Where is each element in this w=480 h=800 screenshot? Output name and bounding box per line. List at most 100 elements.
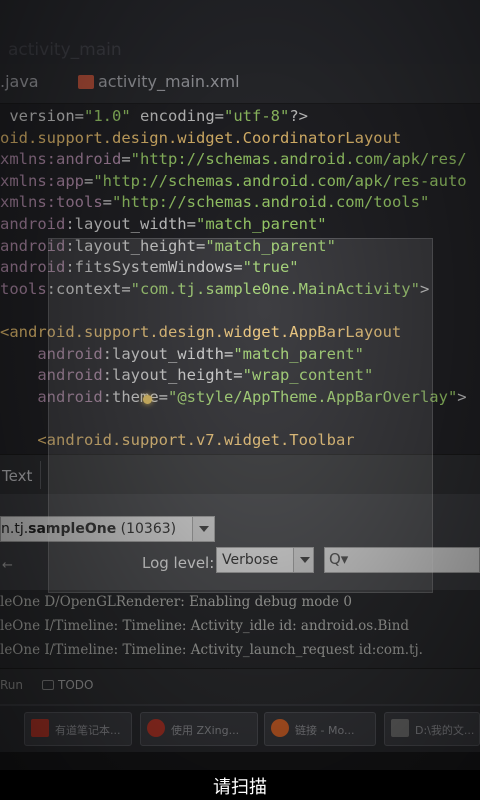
log-line: leOne D/OpenGLRenderer: Enabling debug m…	[0, 594, 352, 610]
window-title-strip: activity_main	[0, 0, 480, 64]
code-token: "match_parent"	[233, 344, 364, 363]
code-token: <android.support.design.widget.AppBarLay…	[0, 323, 402, 341]
code-token: xmlns:	[0, 171, 56, 190]
code-token: android	[0, 215, 66, 233]
code-token: :fitsSystemWindows=	[65, 258, 243, 277]
code-token: android	[0, 366, 103, 385]
log-search-field: Q▾	[324, 547, 480, 573]
taskbar-item-firefox: 链接 - Mo...	[264, 712, 376, 746]
code-editor: version="1.0" encoding="utf-8"?> oid.supp…	[0, 104, 480, 454]
code-token: android	[0, 236, 66, 255]
notes-app-icon	[31, 719, 49, 737]
folder-icon	[391, 719, 409, 737]
code-token: oid.support.design.widget.CoordinatorLay…	[0, 128, 402, 147]
code-token: =	[121, 150, 131, 169]
code-token: app	[56, 171, 84, 190]
bottom-tool-strip: Run TODO	[0, 668, 480, 704]
todo-label: TODO	[58, 678, 94, 692]
code-token: :layout_width=	[102, 344, 234, 363]
code-token: <android.support.v7.widget.Toolbar	[0, 431, 355, 449]
editor-tab-bar: .java activity_main.xml	[0, 64, 480, 104]
code-token: "wrap_content"	[242, 366, 374, 385]
browser-app-icon	[147, 719, 165, 737]
search-icon: Q▾	[329, 550, 349, 568]
code-line: oid.support.design.widget.CoordinatorLay…	[0, 128, 401, 148]
tab-xml-label: activity_main.xml	[98, 72, 240, 91]
code-token: version=	[0, 107, 84, 125]
code-line: android:layout_height="match_parent"	[0, 236, 336, 256]
lightbulb-icon	[143, 395, 152, 404]
code-token: tools	[0, 279, 47, 298]
run-tool-label: Run	[0, 678, 24, 692]
tab-separator	[40, 461, 41, 489]
code-line: xmlns:android="http://schemas.android.co…	[0, 149, 467, 169]
taskbar-item-zxing: 使用 ZXing...	[140, 712, 258, 746]
code-line: xmlns:app="http://schemas.android.com/ap…	[0, 171, 467, 191]
code-token: >	[419, 279, 430, 298]
code-line: android:layout_width="match_parent"	[0, 214, 327, 234]
process-select: n.tj.sampleOne (10363)	[0, 516, 215, 542]
editor-mode-tabs: Text	[0, 454, 480, 494]
code-line: version="1.0" encoding="utf-8"?>	[0, 106, 308, 126]
log-line: leOne I/Timeline: Timeline: Activity_idl…	[0, 618, 410, 634]
monitor-bezel	[0, 752, 480, 770]
code-token: :layout_height=	[102, 366, 243, 385]
code-token: "com.tj.sample0ne.MainActivity"	[130, 279, 420, 298]
arrow-left-icon: ←	[2, 558, 13, 573]
code-token: :layout_width=	[65, 215, 196, 233]
code-token: encoding=	[130, 107, 224, 125]
code-token: "match_parent"	[205, 236, 336, 255]
code-line: android:theme="@style/AppTheme.AppBarOve…	[0, 387, 467, 407]
code-line: <android.support.v7.widget.Toolbar	[0, 430, 355, 450]
code-token: "@style/AppTheme.AppBarOverlay"	[167, 387, 458, 406]
log-line: leOne I/Timeline: Timeline: Activity_lau…	[0, 642, 423, 658]
log-level-select: Verbose	[216, 547, 314, 573]
log-level-value: Verbose	[222, 552, 279, 568]
code-token: :context=	[46, 279, 131, 298]
windows-taskbar: 有道笔记本... 使用 ZXing... 链接 - Mo... D:\我的文..…	[0, 704, 480, 752]
process-pid: (10363)	[116, 521, 177, 537]
process-name-prefix: n.tj.	[1, 521, 29, 537]
code-line: <android.support.design.widget.AppBarLay…	[0, 322, 401, 342]
tab-activity-main-xml: activity_main.xml	[78, 72, 240, 91]
code-line: xmlns:tools="http://schemas.android.com/…	[0, 192, 429, 212]
code-token: :theme=	[102, 387, 168, 406]
logcat-toolbar: n.tj.sampleOne (10363) ← Log level: Verb…	[0, 494, 480, 590]
code-token: "1.0"	[84, 107, 131, 125]
code-token: android	[0, 258, 66, 277]
code-token: xmlns:	[0, 193, 56, 212]
tab-text-mode: Text	[2, 467, 33, 485]
code-token: android	[56, 150, 122, 169]
taskbar-item-label: 有道笔记本...	[55, 724, 121, 737]
code-token: >	[457, 387, 467, 406]
code-token: "http://schemas.android.com/tools"	[112, 193, 430, 212]
code-line: tools:context="com.tj.sample0ne.MainActi…	[0, 279, 429, 299]
tab-java-file: .java	[0, 72, 39, 91]
logcat-output: leOne D/OpenGLRenderer: Enabling debug m…	[0, 590, 480, 668]
scan-hint-bar: 请扫描	[0, 770, 480, 800]
code-token: =	[84, 171, 94, 190]
code-token: "match_parent"	[195, 215, 327, 233]
taskbar-item-notes: 有道笔记本...	[24, 712, 132, 746]
log-level-label: Log level:	[142, 554, 215, 572]
code-token: "true"	[242, 258, 299, 277]
process-select-value: n.tj.sampleOne (10363)	[1, 521, 176, 537]
code-token: =	[102, 193, 113, 212]
xml-file-icon	[78, 75, 94, 89]
todo-tool: TODO	[42, 678, 93, 692]
code-line: android:layout_height="wrap_content"	[0, 365, 373, 385]
taskbar-item-explorer: D:\我的文...	[384, 712, 480, 746]
code-token: android	[0, 387, 103, 406]
code-line: android:fitsSystemWindows="true"	[0, 257, 299, 277]
code-token: "http://schemas.android.com/apk/res-auto	[93, 171, 467, 190]
taskbar-item-label: 使用 ZXing...	[171, 724, 240, 737]
code-token: "http://schemas.android.com/apk/res/	[130, 150, 467, 169]
code-token: android	[0, 344, 103, 363]
code-line: android:layout_width="match_parent"	[0, 344, 364, 364]
chevron-down-icon	[293, 548, 313, 572]
code-token: :layout_height=	[65, 236, 206, 255]
window-title-ghost: activity_main	[8, 40, 122, 60]
taskbar-item-label: 链接 - Mo...	[295, 724, 355, 737]
code-token: tools	[56, 193, 103, 212]
todo-icon	[42, 680, 54, 690]
